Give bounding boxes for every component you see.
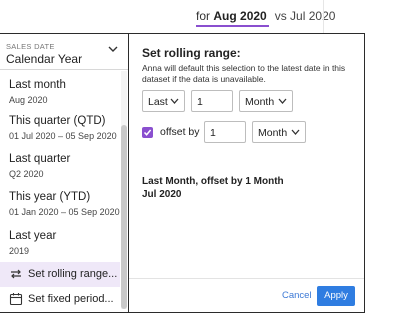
date-picker-panel: SALES DATE Calendar Year Last month Aug … [0,33,365,313]
calendar-icon [9,293,23,306]
select-value: Calendar Year [6,52,83,66]
direction-value: Last [148,96,168,108]
compare-vs-label[interactable]: vs Jul 2020 [273,9,336,27]
chevron-down-icon [278,98,287,104]
set-rolling-range-label: Set rolling range... [28,268,118,280]
offset-unit-select[interactable]: Month [252,121,306,143]
rolling-arrows-icon [11,269,21,279]
preset-option-subtitle: 01 Jul 2020 – 05 Sep 2020 [9,131,117,141]
compare-bar: for Aug 2020 vs Jul 2020 [0,0,400,33]
unit-select[interactable]: Month [239,90,293,112]
preset-option-this-quarter[interactable]: This quarter (QTD) 01 Jul 2020 – 05 Sep … [0,111,120,145]
offset-count-input[interactable]: 1 [204,121,246,143]
preset-option-last-quarter[interactable]: Last quarter Q2 2020 [0,149,120,183]
offset-unit-value: Month [258,127,288,139]
divider [323,0,324,33]
preset-option-last-month[interactable]: Last month Aug 2020 [0,75,120,109]
preset-option-this-year[interactable]: This year (YTD) 01 Jan 2020 – 05 Sep 202… [0,187,120,221]
preset-option-subtitle: Q2 2020 [9,169,44,179]
apply-button[interactable]: Apply [317,286,355,306]
calendar-type-select[interactable]: SALES DATE Calendar Year [0,34,128,70]
preset-option-last-year[interactable]: Last year 2019 [0,226,120,260]
offset-label: offset by [160,126,200,138]
preset-option-title: Last month [9,79,66,91]
select-caption: SALES DATE [6,42,55,51]
preset-option-subtitle: Aug 2020 [9,95,48,105]
direction-select[interactable]: Last [142,90,185,112]
period-pill[interactable]: for Aug 2020 [196,9,269,27]
checkmark-icon [143,129,152,136]
period-prefix: for [196,9,211,23]
chevron-down-icon [291,129,300,135]
footer-divider [129,278,364,279]
chevron-down-icon [170,98,179,104]
offset-checkbox[interactable] [142,127,153,138]
compare-summary: for Aug 2020 vs Jul 2020 [196,9,335,27]
rolling-summary: Last Month, offset by 1 Month [142,176,284,187]
period-value: Aug 2020 [213,9,267,23]
rolling-range-description: Anna will default this selection to the … [142,63,346,84]
set-fixed-period-button[interactable]: Set fixed period... [0,287,120,312]
count-input[interactable]: 1 [191,90,233,112]
cancel-button[interactable]: Cancel [282,290,312,301]
preset-option-subtitle: 2019 [9,246,30,256]
scrollbar-thumb[interactable] [121,125,127,309]
rolling-range-title: Set rolling range: [142,46,241,60]
preset-option-title: Last year [9,230,57,242]
count-value: 1 [197,96,203,108]
chevron-down-icon [108,46,118,52]
offset-count-value: 1 [210,127,216,139]
rolling-summary-date: Jul 2020 [142,189,182,200]
preset-option-title: This year (YTD) [9,191,91,203]
unit-value: Month [245,96,275,108]
preset-option-subtitle: 01 Jan 2020 – 05 Sep 2020 [9,207,120,217]
set-fixed-period-label: Set fixed period... [28,293,114,305]
preset-option-title: This quarter (QTD) [9,115,106,127]
rolling-range-editor: Set rolling range: Anna will default thi… [129,34,364,312]
set-rolling-range-button[interactable]: Set rolling range... [0,262,120,287]
preset-option-title: Last quarter [9,153,71,165]
preset-column: SALES DATE Calendar Year Last month Aug … [0,34,129,312]
